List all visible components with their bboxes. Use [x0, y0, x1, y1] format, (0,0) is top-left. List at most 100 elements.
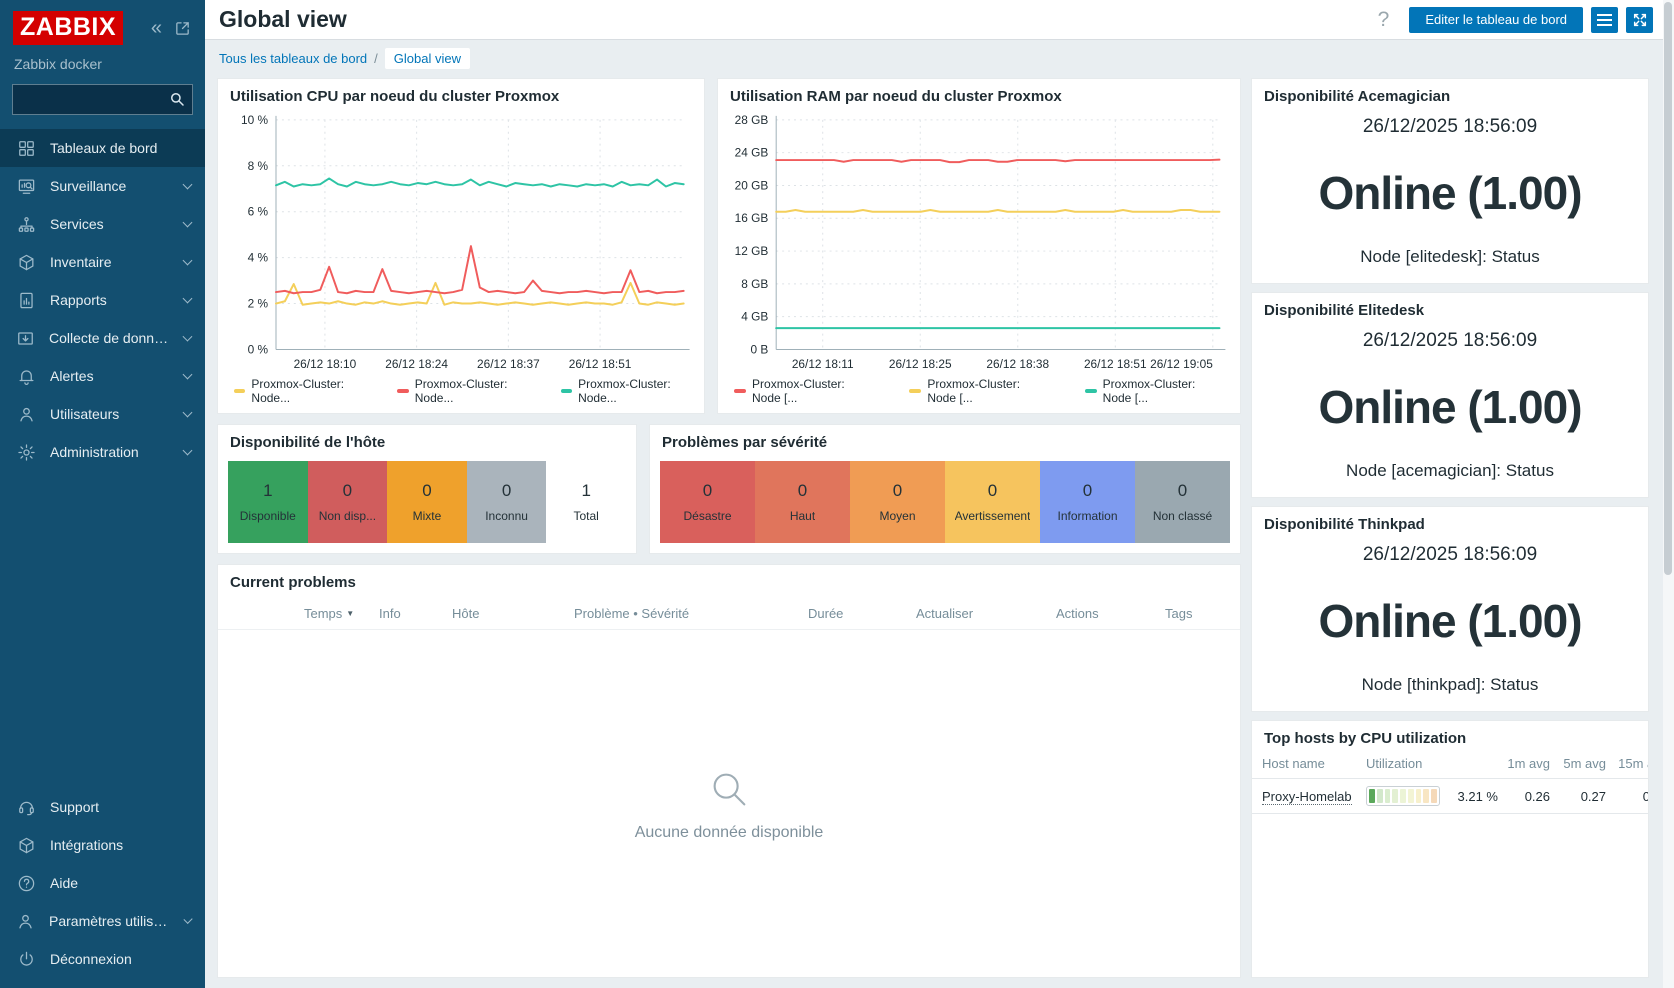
availability-body-elitedesk: 26/12/2025 18:56:09Online (1.00)Node [ac… — [1252, 322, 1648, 497]
user-settings-icon — [16, 911, 35, 931]
host-availability-tile: 1Disponible — [228, 461, 308, 543]
problems-column-temps[interactable]: Temps▼ — [304, 606, 379, 621]
sidebar-item-support[interactable]: Support — [0, 788, 205, 826]
data-collection-icon — [16, 328, 35, 348]
legend-swatch — [734, 389, 746, 393]
sidebar-item-data-collection[interactable]: Collecte de données — [0, 319, 205, 357]
ram-chart-widget: Utilisation RAM par noeud du cluster Pro… — [717, 78, 1241, 414]
support-icon — [16, 797, 36, 817]
help-icon[interactable]: ? — [1378, 8, 1390, 32]
sidebar-item-services[interactable]: Services — [0, 205, 205, 243]
sidebar-item-integrations[interactable]: Intégrations — [0, 826, 205, 864]
sidebar-item-inventory[interactable]: Inventaire — [0, 243, 205, 281]
no-data-search-icon — [706, 766, 752, 812]
availability-time: 26/12/2025 18:56:09 — [1363, 330, 1537, 352]
legend-item: Proxmox-Cluster: Node... — [397, 377, 524, 405]
sidebar-item-users-label: Utilisateurs — [50, 406, 119, 422]
problems-severity-tiles: 0Désastre0Haut0Moyen0Avertissement0Infor… — [660, 461, 1230, 543]
top-hosts-header-row: Host nameUtilization1m avg5m avg15m avgP… — [1252, 750, 1648, 778]
legend-swatch — [397, 389, 408, 393]
legend-item: Proxmox-Cluster: Node... — [234, 377, 361, 405]
availability-widget-elitedesk: Disponibilité Elitedesk26/12/2025 18:56:… — [1251, 292, 1649, 498]
dashboard-content: Tous les tableaux de bord / Global view … — [205, 40, 1663, 988]
legend-label: Proxmox-Cluster: Node... — [415, 377, 525, 405]
host-availability-count: 0 — [343, 481, 352, 501]
sidebar-item-administration-label: Administration — [50, 444, 139, 460]
page-scrollbar[interactable] — [1663, 0, 1674, 988]
chevron-down-icon — [183, 445, 193, 455]
svg-text:26/12 18:10: 26/12 18:10 — [294, 357, 357, 371]
top-hosts-column-utilization: Utilization — [1366, 756, 1498, 771]
sidebar-item-help-label: Aide — [50, 875, 78, 891]
sidebar-item-inventory-label: Inventaire — [50, 254, 111, 270]
signout-icon — [16, 949, 36, 969]
breadcrumb-all-dashboards-link[interactable]: Tous les tableaux de bord — [219, 51, 367, 66]
sidebar-item-monitoring-label: Surveillance — [50, 178, 126, 194]
availability-time: 26/12/2025 18:56:09 — [1363, 544, 1537, 566]
breadcrumb-current[interactable]: Global view — [385, 48, 470, 69]
kiosk-mode-button[interactable] — [1626, 7, 1653, 33]
top-hosts-title: Top hosts by CPU utilization — [1252, 721, 1648, 750]
chevron-down-icon — [183, 179, 193, 189]
sidebar-item-alerts[interactable]: Alertes — [0, 357, 205, 395]
collapse-sidebar-icon[interactable]: « — [151, 18, 162, 38]
edit-dashboard-button[interactable]: Editer le tableau de bord — [1409, 7, 1583, 33]
sidebar-item-administration[interactable]: Administration — [0, 433, 205, 471]
problems-column-dur-e: Durée — [808, 606, 916, 621]
availability-body-acemagician: 26/12/2025 18:56:09Online (1.00)Node [el… — [1252, 108, 1648, 283]
availability-title-elitedesk: Disponibilité Elitedesk — [1252, 293, 1648, 322]
svg-text:20 GB: 20 GB — [735, 178, 769, 192]
sidebar-item-sign-out[interactable]: Déconnexion — [0, 940, 205, 978]
chevron-down-icon — [183, 217, 193, 227]
zabbix-logo[interactable]: ZABBIX — [13, 11, 123, 45]
host-availability-label: Mixte — [413, 509, 442, 523]
sort-desc-icon: ▼ — [346, 609, 354, 618]
dashboard-menu-button[interactable] — [1591, 7, 1618, 33]
host-link[interactable]: Proxy-Homelab — [1262, 789, 1352, 805]
fullscreen-icon — [1632, 12, 1648, 28]
top-hosts-column-host-name: Host name — [1262, 756, 1362, 771]
svg-text:24 GB: 24 GB — [735, 145, 769, 159]
host-availability-count: 1 — [581, 481, 590, 501]
svg-text:26/12 18:38: 26/12 18:38 — [986, 357, 1049, 371]
sidebar-item-help[interactable]: Aide — [0, 864, 205, 902]
no-data-message: Aucune donnée disponible — [635, 824, 824, 842]
sidebar-item-dashboards-label: Tableaux de bord — [50, 140, 157, 156]
scrollbar-thumb[interactable] — [1664, 2, 1672, 575]
ram-chart-legend: Proxmox-Cluster: Node [...Proxmox-Cluste… — [718, 375, 1240, 413]
utilization-value: 3.21 % — [1446, 789, 1498, 804]
availability-cards: Disponibilité Acemagician26/12/2025 18:5… — [1251, 78, 1649, 712]
avg-5m-value: 0.27 — [1554, 789, 1606, 804]
problems-column-h-te: Hôte — [452, 606, 574, 621]
severity-label: Information — [1057, 509, 1117, 523]
chevron-down-icon — [183, 369, 193, 379]
host-availability-title: Disponibilité de l'hôte — [218, 425, 636, 454]
svg-text:10 %: 10 % — [241, 113, 268, 127]
severity-tile: 0Désastre — [660, 461, 755, 543]
svg-text:16 GB: 16 GB — [735, 211, 769, 225]
current-problems-widget: Current problems Temps▼InfoHôteProblème … — [217, 564, 1241, 978]
integrations-icon — [16, 835, 36, 855]
svg-text:6 %: 6 % — [248, 205, 269, 219]
severity-count: 0 — [798, 481, 807, 501]
cpu-chart-widget: Utilisation CPU par noeud du cluster Pro… — [217, 78, 705, 414]
sidebar-item-users[interactable]: Utilisateurs — [0, 395, 205, 433]
host-availability-count: 0 — [422, 481, 431, 501]
sidebar-item-user-settings-label: Paramètres utilisateur — [49, 913, 171, 929]
severity-label: Haut — [790, 509, 815, 523]
sidebar-item-monitoring[interactable]: Surveillance — [0, 167, 205, 205]
sidebar-item-dashboards[interactable]: Tableaux de bord — [0, 129, 205, 167]
svg-text:12 GB: 12 GB — [735, 244, 769, 258]
cpu-usage-chart[interactable]: 0 %2 %4 %6 %8 %10 %26/12 18:1026/12 18:2… — [226, 110, 700, 375]
search-input[interactable] — [12, 84, 193, 115]
host-availability-tile: 0 Mixte — [387, 461, 467, 543]
availability-title-thinkpad: Disponibilité Thinkpad — [1252, 507, 1648, 536]
topbar: Global view ? Editer le tableau de bord — [205, 0, 1663, 40]
problems-column-probl-me-s-v-rit-: Problème • Sévérité — [574, 606, 808, 621]
sidebar-item-user-settings[interactable]: Paramètres utilisateur — [0, 902, 205, 940]
ram-usage-chart[interactable]: 0 B4 GB8 GB12 GB16 GB20 GB24 GB28 GB26/1… — [726, 110, 1236, 375]
problems-column-info: Info — [379, 606, 452, 621]
sidebar-item-reports[interactable]: Rapports — [0, 281, 205, 319]
sidebar-item-integrations-label: Intégrations — [50, 837, 123, 853]
undock-sidebar-icon[interactable] — [174, 20, 191, 37]
